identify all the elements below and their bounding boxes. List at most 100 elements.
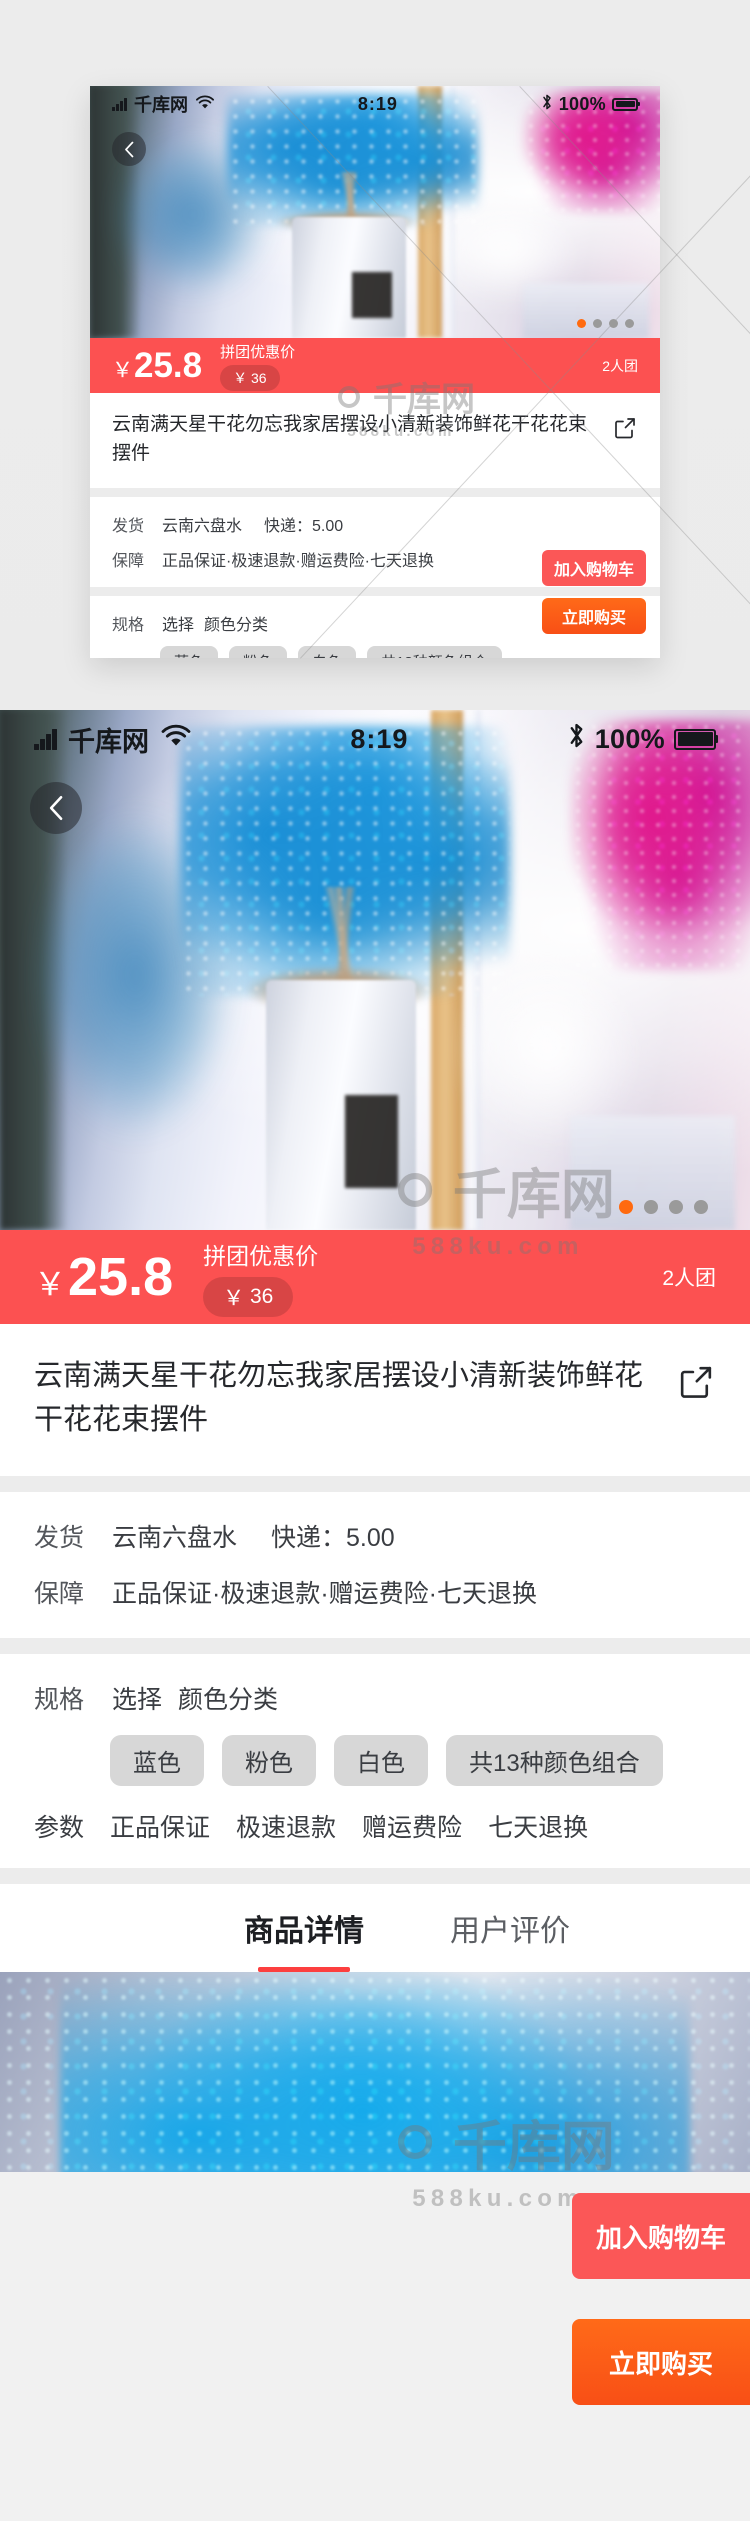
add-to-cart-button[interactable]: 加入购物车	[572, 2193, 750, 2279]
promo-label: 拼团优惠价	[220, 343, 296, 361]
color-chip-blue[interactable]: 蓝色	[110, 1735, 204, 1787]
shipping-key: 发货	[112, 518, 145, 535]
bluetooth-icon	[567, 721, 586, 757]
shipping-row: 发货 云南六盘水 快递：5.00	[34, 1518, 716, 1554]
color-chip-more[interactable]: 共13种颜色组合	[367, 646, 502, 658]
price-value: 25.8	[68, 1247, 174, 1307]
carousel-dot-4[interactable]	[694, 1200, 708, 1214]
status-bar: 千库网 8:19 100%	[0, 710, 750, 768]
spec-key: 规格	[112, 617, 145, 634]
color-chip-list: 蓝色 粉色 白色 共13种颜色组合	[110, 1735, 716, 1787]
add-to-cart-button[interactable]: 加入购物车	[542, 550, 646, 586]
current-price: ￥ 25.8	[34, 1246, 173, 1308]
page-title: 云南满天星干花勿忘我家居摆设小清新装饰鲜花干花花束摆件	[112, 414, 588, 464]
battery-percent-label: 100%	[594, 723, 665, 754]
guarantee-key: 保障	[34, 1580, 85, 1609]
signal-bars-icon	[112, 97, 127, 111]
shipping-fee: 快递：5.00	[271, 1524, 395, 1553]
color-chip-blue[interactable]: 蓝色	[160, 646, 219, 658]
carrier-label: 千库网	[68, 726, 149, 757]
carousel-dot-3[interactable]	[609, 319, 618, 328]
carousel-dots[interactable]	[619, 1200, 708, 1214]
clock-label: 8:19	[350, 723, 409, 754]
phone-mockup-small: 千库网 8:19 100% ￥ 25.8 拼团优惠价 ￥ 36 2人团 云南满天…	[90, 86, 660, 658]
original-price-badge: ￥ 36	[203, 1277, 294, 1317]
color-chip-white[interactable]: 白色	[298, 646, 357, 658]
spec-card[interactable]: 规格 选择 颜色分类 蓝色 粉色 白色 共13种颜色组合 参数 正品保证 极速退…	[0, 1654, 750, 1869]
color-chip-list: 蓝色 粉色 白色 共13种颜色组合	[160, 646, 638, 658]
buy-now-button[interactable]: 立即购买	[572, 2319, 750, 2405]
promo-block: 拼团优惠价 ￥ 36	[203, 1237, 318, 1317]
share-external-icon[interactable]	[676, 1362, 716, 1402]
carousel-dot-4[interactable]	[625, 319, 634, 328]
wifi-icon	[195, 94, 215, 115]
signal-bars-icon	[34, 728, 57, 750]
back-button[interactable]	[112, 132, 146, 166]
product-image-carousel[interactable]: 千库网 8:19 100%	[0, 710, 750, 1230]
shipping-key: 发货	[34, 1524, 85, 1553]
tab-user-reviews[interactable]: 用户评价	[450, 1906, 570, 1950]
wifi-icon	[160, 724, 192, 755]
carousel-dots[interactable]	[577, 319, 634, 328]
price-bar: ￥ 25.8 拼团优惠价 ￥ 36 2人团	[90, 338, 660, 393]
buy-now-button[interactable]: 立即购买	[542, 598, 646, 634]
guarantee-value: 正品保证·极速退款·赠运费险·七天退换	[162, 553, 435, 570]
promo-label: 拼团优惠价	[203, 1243, 319, 1269]
param-item-1: 正品保证	[110, 1814, 211, 1843]
carrier-label: 千库网	[134, 95, 188, 115]
carousel-dot-1[interactable]	[577, 319, 586, 328]
battery-full-icon	[612, 97, 640, 111]
carousel-dot-1[interactable]	[619, 1200, 633, 1214]
clock-label: 8:19	[357, 93, 398, 114]
product-title-card: 云南满天星干花勿忘我家居摆设小清新装饰鲜花干花花束摆件	[90, 393, 660, 488]
spec-key: 规格	[34, 1686, 85, 1715]
carousel-dot-2[interactable]	[593, 319, 602, 328]
param-item-4: 七天退换	[488, 1814, 589, 1843]
product-title-card: 云南满天星干花勿忘我家居摆设小清新装饰鲜花干花花束摆件	[0, 1324, 750, 1477]
group-size-label: 2人团	[602, 357, 638, 374]
original-price-badge: ￥ 36	[220, 364, 280, 391]
shipping-card[interactable]: 发货 云南六盘水 快递：5.00 保障 正品保证·极速退款·赠运费险·七天退换	[0, 1492, 750, 1639]
share-external-icon[interactable]	[612, 415, 638, 441]
shipping-row: 发货 云南六盘水 快递：5.00	[112, 512, 638, 536]
section-divider	[0, 1868, 750, 1885]
param-item-3: 赠运费险	[362, 1814, 463, 1843]
color-chip-pink[interactable]: 粉色	[229, 646, 288, 658]
section-divider	[0, 1638, 750, 1655]
guarantee-key: 保障	[112, 553, 145, 570]
detail-image	[0, 1972, 750, 2173]
carousel-dot-2[interactable]	[644, 1200, 658, 1214]
guarantee-row: 保障 正品保证·极速退款·赠运费险·七天退换	[34, 1574, 716, 1610]
color-chip-white[interactable]: 白色	[334, 1735, 428, 1787]
chevron-left-icon	[124, 141, 135, 158]
phone-mockup-large: 千库网 8:19 100% ￥ 25.8 拼团优惠价 ￥ 36 2人团 云南满天…	[0, 710, 750, 2521]
product-image-carousel[interactable]: 千库网 8:19 100%	[90, 86, 660, 338]
carousel-dot-3[interactable]	[669, 1200, 683, 1214]
group-size-label: 2人团	[662, 1267, 716, 1290]
chevron-left-icon	[48, 795, 65, 821]
color-chip-pink[interactable]: 粉色	[222, 1735, 316, 1787]
shipping-fee: 快递：5.00	[264, 518, 344, 535]
tab-product-detail[interactable]: 商品详情	[244, 1906, 364, 1973]
shipping-origin: 云南六盘水	[162, 518, 243, 535]
color-chip-more[interactable]: 共13种颜色组合	[446, 1735, 663, 1787]
guarantee-value: 正品保证·极速退款·赠运费险·七天退换	[112, 1580, 537, 1609]
back-button[interactable]	[30, 782, 82, 834]
bluetooth-icon	[541, 93, 553, 116]
battery-full-icon	[674, 728, 718, 750]
spec-action: 选择	[112, 1686, 163, 1715]
section-divider	[0, 1476, 750, 1493]
currency-symbol: ￥	[112, 358, 133, 382]
promo-block: 拼团优惠价 ￥ 36	[220, 341, 295, 391]
section-divider	[90, 587, 660, 596]
battery-percent-label: 100%	[558, 93, 606, 114]
spec-header: 规格 选择 颜色分类	[34, 1680, 716, 1716]
spec-category: 颜色分类	[178, 1686, 279, 1715]
params-key: 参数	[34, 1814, 85, 1843]
product-photo	[90, 86, 660, 338]
price-bar: ￥ 25.8 拼团优惠价 ￥ 36 2人团	[0, 1230, 750, 1324]
page-title: 云南满天星干花勿忘我家居摆设小清新装饰鲜花干花花束摆件	[34, 1360, 644, 1437]
watermark-domain: 588ku.com	[412, 2185, 584, 2212]
product-photo	[0, 710, 750, 1230]
section-divider	[90, 488, 660, 497]
